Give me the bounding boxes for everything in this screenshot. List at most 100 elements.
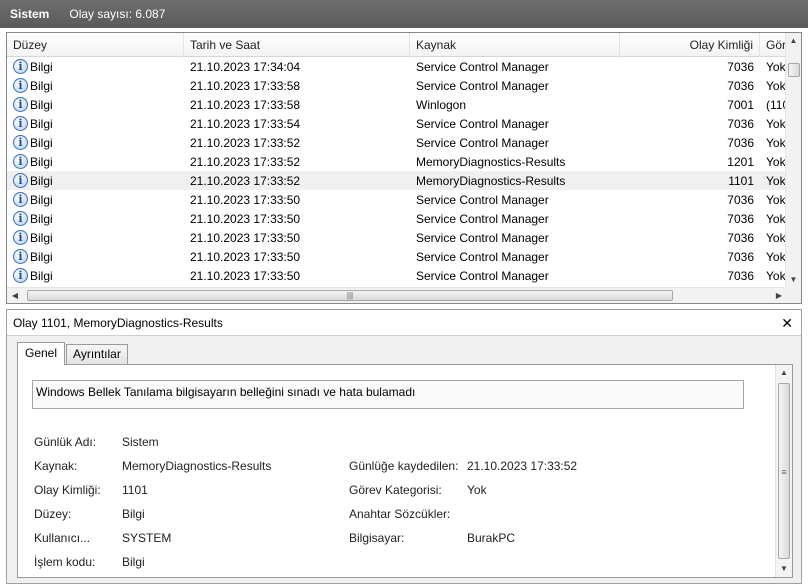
event-level: Bilgi bbox=[30, 116, 53, 131]
event-level: Bilgi bbox=[30, 192, 53, 207]
event-date: 21.10.2023 17:33:54 bbox=[190, 116, 301, 131]
event-row[interactable]: i Bilgi 21.10.2023 17:33:54 Service Control… bbox=[7, 114, 787, 133]
event-id: 7036 bbox=[727, 116, 754, 131]
event-task: Yok bbox=[766, 268, 786, 283]
event-level-cell: i Bilgi bbox=[7, 59, 184, 74]
info-icon: i bbox=[13, 116, 28, 131]
event-id: 7001 bbox=[727, 97, 754, 112]
event-description-box[interactable]: Windows Bellek Tanılama bilgisayarın bel… bbox=[32, 380, 744, 409]
event-level: Bilgi bbox=[30, 59, 53, 74]
event-id: 7036 bbox=[727, 78, 754, 93]
value-task-category: Yok bbox=[467, 483, 487, 497]
event-date: 21.10.2023 17:33:52 bbox=[190, 173, 301, 188]
event-source: MemoryDiagnostics-Results bbox=[416, 173, 566, 188]
event-row[interactable]: i Bilgi 21.10.2023 17:33:52 Service Control… bbox=[7, 133, 787, 152]
detail-scroll-thumb[interactable]: ≡ bbox=[778, 383, 790, 559]
event-id: 7036 bbox=[727, 135, 754, 150]
detail-scroll-down-arrow-icon[interactable]: ▼ bbox=[776, 561, 792, 577]
event-id: 1201 bbox=[727, 154, 754, 169]
column-header-row: Düzey Tarih ve Saat Kaynak Olay Kimliği … bbox=[7, 33, 787, 57]
event-row[interactable]: i Bilgi 21.10.2023 17:33:50 Service Control… bbox=[7, 247, 787, 266]
event-task: Yok bbox=[766, 59, 786, 74]
event-level-cell: i Bilgi bbox=[7, 230, 184, 245]
event-list-horizontal-scrollbar[interactable]: ◀ ||| ▶ bbox=[7, 287, 787, 303]
event-level: Bilgi bbox=[30, 78, 53, 93]
detail-tabs: Genel Ayrıntılar bbox=[17, 342, 129, 365]
scroll-left-arrow-icon[interactable]: ◀ bbox=[7, 288, 23, 303]
column-header-task[interactable]: Gör bbox=[760, 33, 787, 57]
close-icon[interactable]: ✕ bbox=[781, 314, 793, 332]
info-icon: i bbox=[13, 78, 28, 93]
value-event-id: 1101 bbox=[122, 483, 148, 497]
info-icon: i bbox=[13, 211, 28, 226]
event-level-cell: i Bilgi bbox=[7, 268, 184, 283]
column-header-date[interactable]: Tarih ve Saat bbox=[184, 33, 410, 57]
log-name-title: Sistem bbox=[10, 7, 50, 21]
label-opcode: İşlem kodu: bbox=[34, 555, 96, 569]
tab-details[interactable]: Ayrıntılar bbox=[66, 344, 128, 364]
event-row[interactable]: i Bilgi 21.10.2023 17:33:50 Service Control… bbox=[7, 228, 787, 247]
column-header-event-id[interactable]: Olay Kimliği bbox=[620, 33, 760, 57]
detail-scroll-up-arrow-icon[interactable]: ▲ bbox=[776, 365, 792, 381]
window-titlebar: Sistem Olay sayısı: 6.087 bbox=[0, 0, 808, 28]
event-list-vertical-scrollbar[interactable]: ▲ ▼ bbox=[785, 33, 801, 288]
info-icon: i bbox=[13, 249, 28, 264]
event-id: 7036 bbox=[727, 211, 754, 226]
column-header-source[interactable]: Kaynak bbox=[410, 33, 620, 57]
event-row[interactable]: i Bilgi 21.10.2023 17:33:52 MemoryDiagnosti… bbox=[7, 171, 787, 190]
info-icon: i bbox=[13, 59, 28, 74]
event-row[interactable]: i Bilgi 21.10.2023 17:33:52 MemoryDiagnosti… bbox=[7, 152, 787, 171]
event-detail-pane: Olay 1101, MemoryDiagnostics-Results ✕ G… bbox=[6, 309, 802, 584]
vertical-scroll-thumb[interactable] bbox=[788, 63, 800, 77]
event-row[interactable]: i Bilgi 21.10.2023 17:33:58 Winlogon 7001 (11… bbox=[7, 95, 787, 114]
event-task: Yok bbox=[766, 135, 786, 150]
scroll-up-arrow-icon[interactable]: ▲ bbox=[786, 33, 801, 49]
horizontal-scroll-thumb[interactable]: ||| bbox=[27, 290, 673, 301]
event-date: 21.10.2023 17:33:52 bbox=[190, 154, 301, 169]
scroll-down-arrow-icon[interactable]: ▼ bbox=[786, 272, 801, 288]
event-date: 21.10.2023 17:34:04 bbox=[190, 59, 301, 74]
label-log-name: Günlük Adı: bbox=[34, 435, 97, 449]
event-date: 21.10.2023 17:33:50 bbox=[190, 249, 301, 264]
event-row[interactable]: i Bilgi 21.10.2023 17:33:58 Service Control… bbox=[7, 76, 787, 95]
detail-vertical-scrollbar[interactable]: ▲ ≡ ▼ bbox=[775, 365, 792, 577]
event-list[interactable]: Düzey Tarih ve Saat Kaynak Olay Kimliği … bbox=[6, 32, 802, 304]
event-row[interactable]: i Bilgi 21.10.2023 17:33:50 Service Control… bbox=[7, 190, 787, 209]
event-source: Service Control Manager bbox=[416, 135, 549, 150]
value-level: Bilgi bbox=[122, 507, 145, 521]
event-task: Yok bbox=[766, 211, 786, 226]
event-level: Bilgi bbox=[30, 173, 53, 188]
event-source: MemoryDiagnostics-Results bbox=[416, 154, 566, 169]
event-task: Yok bbox=[766, 116, 786, 131]
general-tab-panel: Windows Bellek Tanılama bilgisayarın bel… bbox=[17, 364, 793, 578]
event-id: 1101 bbox=[728, 173, 754, 188]
value-log-name: Sistem bbox=[122, 435, 159, 449]
event-level: Bilgi bbox=[30, 211, 53, 226]
event-count: Olay sayısı: 6.087 bbox=[69, 7, 166, 21]
event-level-cell: i Bilgi bbox=[7, 97, 184, 112]
event-level-cell: i Bilgi bbox=[7, 154, 184, 169]
info-icon: i bbox=[13, 192, 28, 207]
info-icon: i bbox=[13, 173, 28, 188]
event-row[interactable]: i Bilgi 21.10.2023 17:34:04 Service Control… bbox=[7, 57, 787, 76]
event-level-cell: i Bilgi bbox=[7, 135, 184, 150]
tab-general[interactable]: Genel bbox=[17, 342, 66, 365]
event-rows: i Bilgi 21.10.2023 17:34:04 Service Control… bbox=[7, 57, 787, 285]
label-user: Kullanıcı... bbox=[34, 531, 91, 545]
event-level: Bilgi bbox=[30, 135, 53, 150]
value-logged: 21.10.2023 17:33:52 bbox=[467, 459, 578, 473]
event-level-cell: i Bilgi bbox=[7, 78, 184, 93]
event-source: Service Control Manager bbox=[416, 59, 549, 74]
info-icon: i bbox=[13, 230, 28, 245]
column-header-level[interactable]: Düzey bbox=[7, 33, 184, 57]
event-level: Bilgi bbox=[30, 230, 53, 245]
event-row[interactable]: i Bilgi 21.10.2023 17:33:50 Service Control… bbox=[7, 266, 787, 285]
value-user: SYSTEM bbox=[122, 531, 172, 545]
info-icon: i bbox=[13, 97, 28, 112]
label-source: Kaynak: bbox=[34, 459, 78, 473]
detail-title-bar: Olay 1101, MemoryDiagnostics-Results ✕ bbox=[7, 310, 801, 336]
event-source: Service Control Manager bbox=[416, 268, 549, 283]
event-id: 7036 bbox=[727, 230, 754, 245]
event-source: Service Control Manager bbox=[416, 230, 549, 245]
event-row[interactable]: i Bilgi 21.10.2023 17:33:50 Service Control… bbox=[7, 209, 787, 228]
